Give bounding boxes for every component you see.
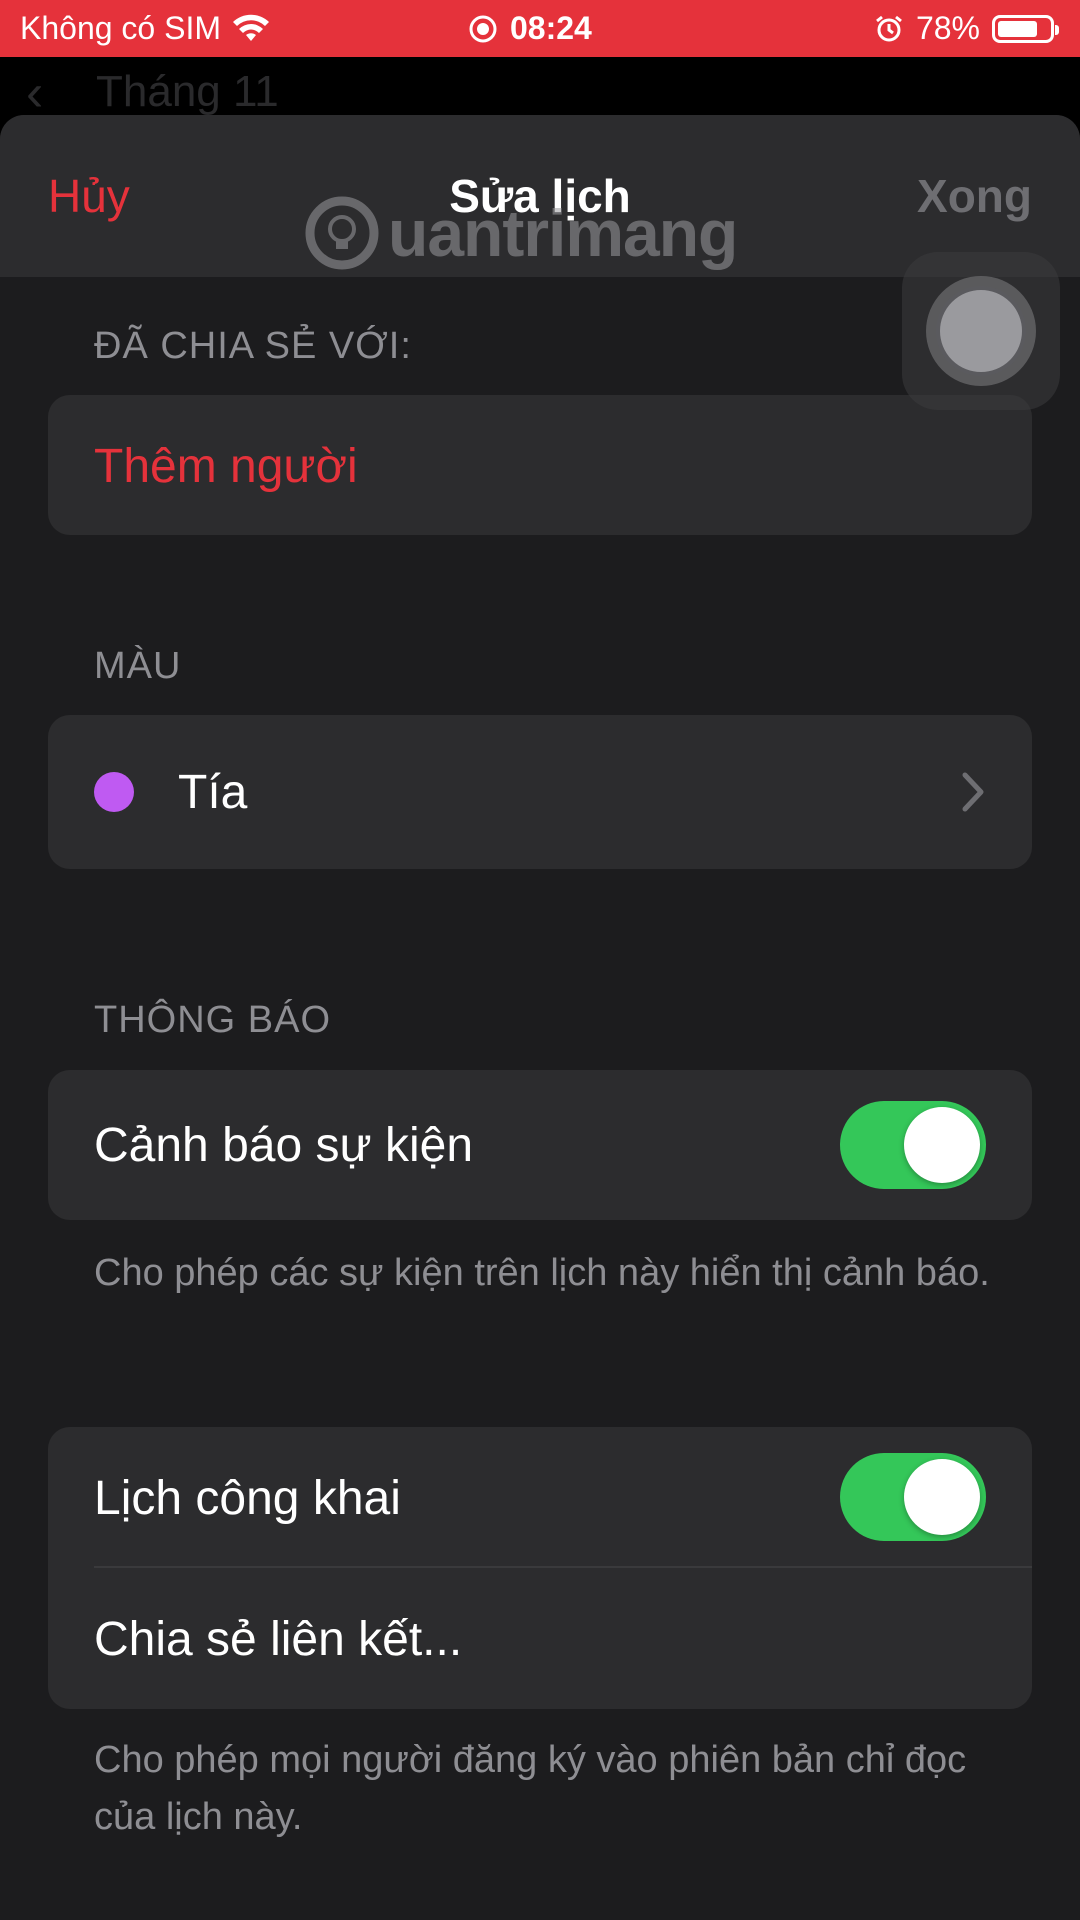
- carrier-text: Không có SIM: [20, 10, 221, 46]
- color-group: Tía: [48, 715, 1032, 869]
- assistive-touch-ring: [926, 276, 1036, 386]
- event-alerts-footnote: Cho phép các sự kiện trên lịch này hiển …: [94, 1252, 990, 1294]
- assistive-touch-dot: [936, 286, 1026, 376]
- public-calendar-row: Lịch công khai: [48, 1427, 1032, 1567]
- battery-fill: [998, 20, 1037, 37]
- chevron-right-icon: [962, 772, 984, 812]
- shared-section-label: ĐÃ CHIA SẺ VỚI:: [94, 325, 412, 367]
- screen-recording-icon: [469, 15, 497, 42]
- toggle-knob: [904, 1459, 980, 1535]
- add-person-label: Thêm người: [94, 440, 358, 493]
- assistive-touch-button[interactable]: [902, 252, 1060, 410]
- notifications-section-label: THÔNG BÁO: [94, 999, 332, 1041]
- back-chevron-icon: ‹: [26, 64, 44, 122]
- event-alerts-row: Cảnh báo sự kiện: [48, 1070, 1032, 1220]
- public-group: Lịch công khai Chia sẻ liên kết...: [48, 1427, 1032, 1709]
- battery-icon: [992, 14, 1059, 43]
- toggle-knob: [904, 1107, 980, 1183]
- color-row[interactable]: Tía: [48, 715, 1032, 869]
- event-alerts-label: Cảnh báo sự kiện: [94, 1119, 474, 1172]
- wifi-icon: [233, 14, 269, 41]
- watermark: uantrimang: [302, 193, 738, 273]
- clock: 08:24: [510, 10, 592, 46]
- public-calendar-toggle[interactable]: [840, 1453, 986, 1541]
- share-link-row[interactable]: Chia sẻ liên kết...: [48, 1568, 1032, 1709]
- shared-group: Thêm người: [48, 395, 1032, 535]
- background-calendar-nav: ‹ Tháng 11: [0, 57, 1080, 122]
- public-calendar-label: Lịch công khai: [94, 1472, 401, 1525]
- notifications-group: Cảnh báo sự kiện: [48, 1070, 1032, 1220]
- add-person-row[interactable]: Thêm người: [48, 395, 1032, 535]
- public-calendar-footnote: Cho phép mọi người đăng ký vào phiên bản…: [94, 1739, 967, 1838]
- event-alerts-toggle[interactable]: [840, 1101, 986, 1189]
- color-swatch: [94, 772, 134, 812]
- watermark-text: uantrimang: [388, 196, 738, 270]
- battery-percent: 78%: [915, 10, 980, 46]
- lightbulb-logo-icon: [305, 196, 379, 270]
- share-link-label: Chia sẻ liên kết...: [94, 1613, 463, 1666]
- background-month-title: Tháng 11: [96, 67, 279, 116]
- status-right: 78%: [874, 10, 1059, 47]
- done-button[interactable]: Xong: [917, 169, 1032, 223]
- status-left: Không có SIM: [20, 10, 271, 47]
- status-bar: Không có SIM 08:24 78%: [0, 0, 1080, 57]
- color-section-label: MÀU: [94, 645, 182, 687]
- color-name: Tía: [178, 766, 248, 819]
- alarm-icon: [876, 15, 902, 41]
- status-center: 08:24: [468, 10, 592, 47]
